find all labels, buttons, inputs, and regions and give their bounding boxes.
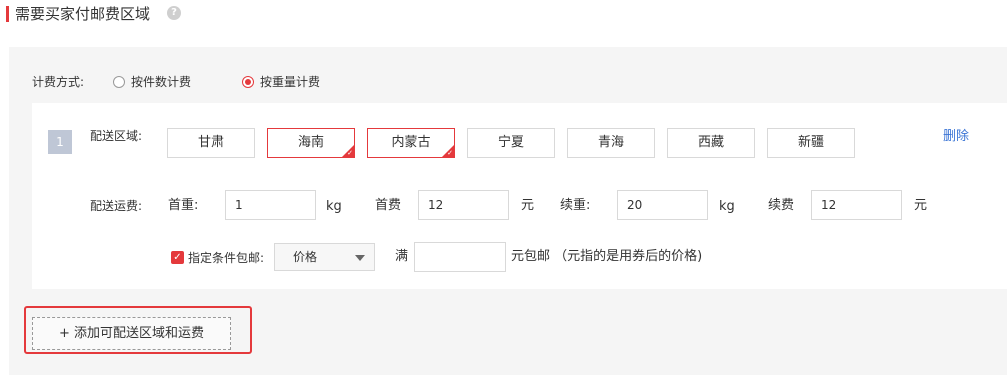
currency-unit: 元 <box>914 198 928 213</box>
extra-fee-input[interactable] <box>811 190 902 220</box>
free-shipping-suffix: 元包邮 （元指的是用券后的价格) <box>511 249 703 264</box>
radio-by-weight-label[interactable]: 按重量计费 <box>260 74 320 90</box>
caret-down-icon <box>355 255 365 261</box>
region-tag[interactable]: 宁夏 <box>467 128 555 158</box>
check-icon: ✓ <box>447 149 453 157</box>
region-tag[interactable]: 西藏 <box>667 128 755 158</box>
delete-rule-link[interactable]: 删除 <box>943 125 969 144</box>
currency-unit: 元 <box>521 198 535 213</box>
radio-by-weight[interactable] <box>242 76 254 88</box>
first-fee-label: 首费 <box>375 198 402 213</box>
region-tag-selected[interactable]: 海南 ✓ <box>267 128 355 158</box>
billing-method-label: 计费方式: <box>32 75 85 89</box>
radio-by-count-label[interactable]: 按件数计费 <box>131 74 191 90</box>
section-accent-bar <box>6 6 9 22</box>
full-label: 满 <box>395 249 409 264</box>
extra-fee-label: 续费 <box>768 198 795 213</box>
condition-select-value: 价格 <box>293 250 318 264</box>
region-tag[interactable]: 甘肃 <box>167 128 255 158</box>
question-circle-icon[interactable]: ? <box>167 6 181 20</box>
weight-unit: kg <box>326 199 342 214</box>
free-shipping-label: 指定条件包邮: <box>188 251 265 265</box>
check-icon: ✓ <box>347 149 353 157</box>
first-weight-input[interactable] <box>225 190 316 220</box>
region-label: 配送区域: <box>90 129 143 143</box>
radio-by-count[interactable] <box>113 76 125 88</box>
threshold-input[interactable] <box>414 242 506 272</box>
free-shipping-checkbox[interactable]: ✓ <box>171 251 184 264</box>
section-title: 需要买家付邮费区域 <box>15 5 151 23</box>
fee-label: 配送运费: <box>90 199 143 213</box>
rule-index-badge: 1 <box>48 130 72 154</box>
region-tag-selected[interactable]: 内蒙古 ✓ <box>367 128 455 158</box>
extra-weight-input[interactable] <box>617 190 708 220</box>
condition-select[interactable]: 价格 <box>274 243 375 271</box>
first-fee-input[interactable] <box>418 190 509 220</box>
region-tag[interactable]: 青海 <box>567 128 655 158</box>
first-weight-label: 首重: <box>168 198 199 213</box>
region-tag[interactable]: 新疆 <box>767 128 855 158</box>
add-region-button[interactable]: + 添加可配送区域和运费 <box>32 317 231 350</box>
weight-unit: kg <box>719 199 735 214</box>
extra-weight-label: 续重: <box>560 198 591 213</box>
